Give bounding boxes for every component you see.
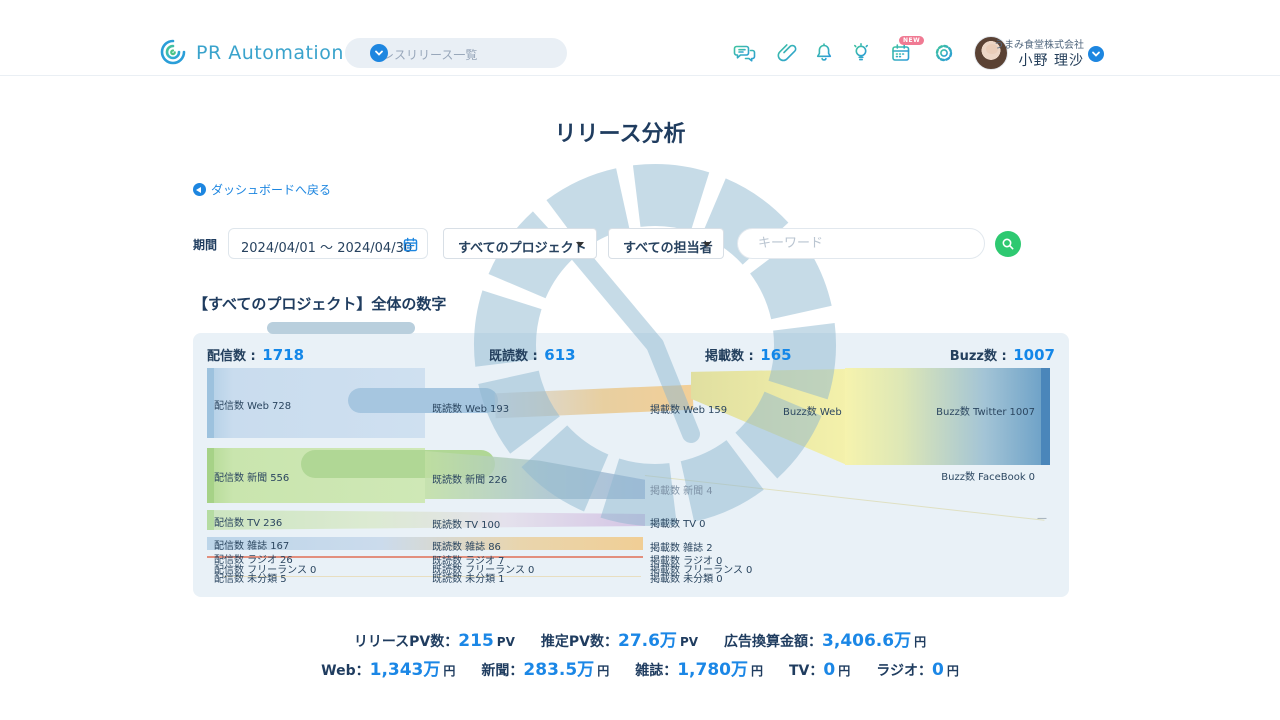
node-label: 掲載数 新聞4 (650, 482, 713, 497)
summary-row-2: Web：1,343万円 新聞：283.5万円 雑誌：1,780万円 TV：0円 … (0, 655, 1280, 680)
read-total: 既読数 : 613 (489, 345, 576, 364)
press-release-dropdown[interactable]: プレスリリース一覧 (345, 38, 567, 68)
horizontal-scrollbar-thumb[interactable] (267, 322, 415, 334)
node-newspaper-distribution (207, 448, 214, 503)
pr-automation-logo-icon[interactable] (158, 37, 188, 67)
calendar-new-badge: NEW (899, 36, 924, 45)
search-button[interactable] (995, 231, 1021, 257)
magazine-value-stat: 雑誌：1,780万円 (635, 655, 763, 680)
zero-buzz-dash: — (1037, 513, 1047, 524)
node-label: 掲載数 未分類0 (650, 570, 723, 585)
node-label: 既読数 雑誌86 (432, 538, 501, 553)
node-label: Buzz数 FaceBook0 (941, 468, 1035, 483)
section-title: 【すべてのプロジェクト】全体の数字 (193, 293, 446, 314)
lightbulb-icon[interactable] (849, 41, 873, 65)
newspaper-value-stat: 新聞：283.5万円 (481, 655, 609, 680)
user-company: うまみ食堂株式会社 (994, 36, 1084, 51)
node-label: 掲載数 TV0 (650, 515, 706, 530)
tv-value-stat: TV：0円 (789, 660, 850, 680)
owner-select[interactable]: すべての担当者 (608, 228, 724, 259)
node-label: 配信数 Web728 (214, 397, 291, 412)
top-bar: PR Automation プレスリリース一覧 NEW (0, 0, 1280, 76)
distribution-total: 配信数 : 1718 (207, 345, 304, 364)
node-label: 既読数 未分類1 (432, 570, 505, 585)
chat-icon[interactable] (733, 41, 757, 65)
summary-row-1: リリースPV数：215PV 推定PV数：27.6万PV 広告換算金額：3,406… (0, 626, 1280, 651)
user-name: 小野 理沙 (1019, 50, 1084, 70)
page-title: リリース分析 (0, 116, 1240, 148)
node-label: 掲載数 Web159 (650, 401, 727, 416)
keyword-input[interactable] (758, 235, 958, 250)
ad-value-stat: 広告換算金額：3,406.6万円 (724, 626, 926, 651)
summary-stats: リリースPV数：215PV 推定PV数：27.6万PV 広告換算金額：3,406… (0, 626, 1280, 684)
period-label: 期間 (193, 236, 217, 253)
project-select[interactable]: すべてのプロジェクト (443, 228, 597, 259)
logo-text[interactable]: PR Automation (196, 42, 344, 64)
gear-icon[interactable] (932, 41, 956, 65)
paperclip-icon[interactable] (775, 41, 799, 65)
node-label: Buzz数 Web (783, 403, 845, 418)
back-to-dashboard-link[interactable]: ダッシュボードへ戻る (193, 181, 331, 198)
web-value-stat: Web：1,343万円 (321, 655, 455, 680)
user-menu-chevron-icon[interactable] (1088, 46, 1104, 62)
node-label: 既読数 Web193 (432, 400, 509, 415)
published-total: 掲載数 : 165 (705, 345, 792, 364)
sankey-chart-panel: 配信数 : 1718 既読数 : 613 掲載数 : 165 Buzz数 : 1… (193, 333, 1069, 597)
chevron-down-icon (370, 44, 388, 62)
search-icon (1000, 236, 1016, 252)
release-analysis-page: PR Automation プレスリリース一覧 NEW (0, 0, 1280, 720)
node-label: Buzz数 Twitter1007 (936, 403, 1035, 418)
node-label: 配信数 未分類5 (214, 570, 287, 585)
node-label: 既読数 TV100 (432, 516, 500, 531)
node-label: 配信数 雑誌167 (214, 537, 289, 552)
back-arrow-icon (193, 183, 206, 196)
date-calendar-icon (402, 236, 419, 253)
buzz-total: Buzz数 : 1007 (950, 345, 1055, 364)
node-label: 既読数 新聞226 (432, 471, 507, 486)
node-web-distribution (207, 368, 214, 438)
period-date-input[interactable]: 2024/04/01 ～ 2024/04/30 (228, 228, 428, 259)
keyword-search-field (737, 228, 985, 259)
release-pv-stat: リリースPV数：215PV (354, 631, 515, 651)
node-label: 配信数 TV236 (214, 514, 282, 529)
node-buzz-twitter (1041, 368, 1050, 465)
node-tv-distribution (207, 510, 214, 530)
estimated-pv-stat: 推定PV数：27.6万PV (541, 626, 698, 651)
radio-value-stat: ラジオ：0円 (876, 660, 959, 680)
bell-icon[interactable] (812, 41, 836, 65)
node-label: 配信数 新聞556 (214, 469, 289, 484)
